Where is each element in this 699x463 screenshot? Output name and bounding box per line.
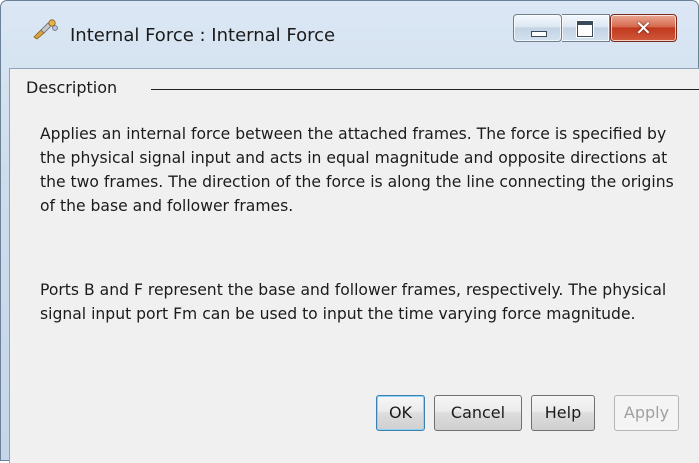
minimize-icon [531, 31, 547, 37]
dialog-window: Internal Force : Internal Force ✕ Descri… [0, 0, 699, 463]
block-parameters-icon [33, 19, 58, 40]
minimize-button[interactable] [513, 14, 562, 42]
maximize-icon [577, 21, 593, 37]
description-paragraph-1: Applies an internal force between the at… [40, 125, 674, 215]
window-title: Internal Force : Internal Force [70, 25, 336, 46]
close-button[interactable]: ✕ [610, 14, 677, 42]
description-paragraph-2: Ports B and F represent the base and fol… [40, 281, 667, 323]
apply-button[interactable]: Apply [614, 395, 679, 431]
cancel-button[interactable]: Cancel [434, 395, 522, 431]
description-group-label: Description [26, 78, 124, 97]
close-icon: ✕ [635, 16, 652, 40]
ok-button[interactable]: OK [376, 395, 425, 431]
description-group-divider [151, 89, 699, 90]
title-bar[interactable]: Internal Force : Internal Force ✕ [1, 1, 698, 46]
maximize-button[interactable] [562, 14, 610, 42]
help-button[interactable]: Help [531, 395, 595, 431]
